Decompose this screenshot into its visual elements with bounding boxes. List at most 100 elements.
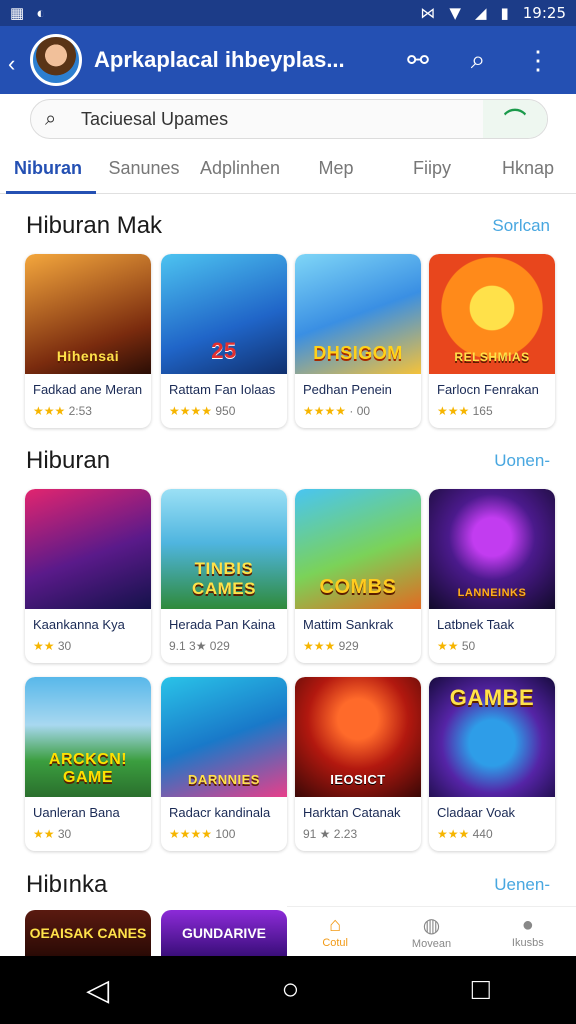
thumbnail-text: Hihensai — [56, 348, 120, 364]
thumbnail-text: DARNNIES — [188, 772, 260, 787]
app-name: Herada Pan Kaina — [169, 617, 276, 632]
app-rating: 9.1 3★ 029 — [169, 639, 230, 653]
star-icon: ★★★ — [437, 827, 470, 841]
wifi-icon: ▼ — [449, 4, 461, 22]
thumbnail-text: LANNEINKS — [457, 587, 527, 599]
star-icon: 9.1 3★ — [169, 639, 207, 653]
tab-sanunes[interactable]: Sanunes — [96, 146, 192, 193]
app-card[interactable]: RELSHMIAS Farlocn Fenrakan ★★★ 165 — [429, 254, 555, 428]
avatar[interactable] — [30, 34, 82, 86]
section-more-link[interactable]: Uenen- — [494, 875, 550, 895]
section-more-link[interactable]: Sorlcan — [492, 216, 550, 236]
app-name: Farlocn Fenrakan — [437, 382, 539, 397]
app-card[interactable]: DARNNIES Radacr kandinala ★★★★ 100 — [161, 677, 287, 851]
app-rating: ★★★★ 100 — [169, 827, 235, 841]
app-rating: ★★ 30 — [33, 827, 71, 841]
app-bar: ‹ Aprkaplacal ihbeyplas... ⚯ ⌕ ⋮ — [0, 26, 576, 94]
share-button[interactable]: ⚯ — [388, 30, 448, 90]
app-thumbnail: RELSHMIAS — [429, 254, 555, 374]
app-card[interactable]: COMBS Mattim Sankrak ★★★ 929 — [295, 489, 421, 663]
rating-meta: 30 — [57, 639, 72, 653]
app-thumbnail: IEOSICT — [295, 677, 421, 797]
share-icon: ⚯ — [407, 44, 429, 75]
app-thumbnail: 25 — [161, 254, 287, 374]
home-icon: ⌂ — [329, 914, 342, 936]
app-name: Cladaar Voak — [437, 805, 516, 820]
app-card[interactable]: GAMBE Cladaar Voak ★★★ 440 — [429, 677, 555, 851]
star-icon: ★★★★ — [169, 404, 213, 418]
app-name: Fadkad ane Meran — [33, 382, 143, 397]
section-more-link[interactable]: Uonen- — [494, 451, 550, 471]
thumbnail-text: TINBIS CAMES — [192, 559, 256, 598]
person-icon: ● — [521, 914, 534, 936]
app-thumbnail: TINBIS CAMES — [161, 489, 287, 609]
nav-label: Cotul — [322, 937, 348, 949]
app-name: Uanleran Bana — [33, 805, 120, 820]
app-thumbnail: DARNNIES — [161, 677, 287, 797]
app-rating: ★★★★ 950 — [169, 404, 235, 418]
star-icon: ★★★ — [303, 639, 336, 653]
app-card[interactable]: IEOSICT Harktan Catanak 91 ★ 2.23 — [295, 677, 421, 851]
search-bar[interactable]: ⌕ Taciuesal Upames ⌒ — [30, 99, 548, 139]
thumbnail-text: COMBS — [319, 576, 397, 598]
nav-label: Movean — [411, 938, 452, 950]
back-icon[interactable]: ‹ — [8, 51, 26, 76]
rating-meta: 2.23 — [333, 827, 358, 841]
nav-profile[interactable]: ● Ikusbs — [480, 907, 576, 956]
app-rating: ★★ 50 — [437, 639, 475, 653]
app-card[interactable]: Kaankanna Kya ★★ 30 — [25, 489, 151, 663]
thumbnail-text: IEOSICT — [330, 772, 386, 787]
app-name: Mattim Sankrak — [303, 617, 394, 632]
star-icon: ★★ — [33, 827, 55, 841]
tab-niburan[interactable]: Niburan — [0, 146, 96, 194]
tab-mep[interactable]: Mep — [288, 146, 384, 193]
rating-meta: 165 — [472, 404, 493, 418]
thumbnail-text: RELSHMIAS — [454, 350, 530, 364]
app-thumbnail: ARCKCN! GAME — [25, 677, 151, 797]
app-card-peek[interactable]: OEAISAK CANES — [25, 910, 151, 956]
tab-hknap[interactable]: Hknap — [480, 146, 576, 193]
bottom-navigation: ⌂ Cotul ◍ Movean ● Ikusbs — [287, 906, 576, 956]
app-card[interactable]: 25 Rattam Fan Iolaas ★★★★ 950 — [161, 254, 287, 428]
recents-nav-icon[interactable]: □ — [472, 973, 490, 1007]
app-card[interactable]: LANNEINKS Latbnek Taak ★★ 50 — [429, 489, 555, 663]
rating-meta: 440 — [472, 827, 493, 841]
thumbnail-text: GAMBE — [449, 685, 535, 710]
app-card-peek[interactable]: GUNDARIVE — [161, 910, 287, 956]
tab-adplinhen[interactable]: Adplinhen — [192, 146, 288, 193]
app-card[interactable]: Hihensai Fadkad ane Meran ★★★ 2:53 — [25, 254, 151, 428]
home-nav-icon[interactable]: ○ — [281, 973, 299, 1007]
app-thumbnail — [25, 489, 151, 609]
star-icon: ★★ — [33, 639, 55, 653]
app-name: Radacr kandinala — [169, 805, 271, 820]
more-menu-button[interactable]: ⋮ — [508, 30, 568, 90]
search-button[interactable]: ⌕ — [448, 30, 508, 90]
search-placeholder: Taciuesal Upames — [81, 108, 229, 129]
star-icon: ★★★★ — [169, 827, 213, 841]
thumbnail-text: DHSIGOM — [313, 343, 403, 363]
play-store-icon: ⌒ — [503, 108, 526, 133]
nav-home[interactable]: ⌂ Cotul — [287, 907, 383, 956]
tab-fiipy[interactable]: Fiipy — [384, 146, 480, 193]
clock-time: 19:25 — [522, 4, 566, 22]
voice-search-button[interactable]: ⌒ — [483, 100, 547, 138]
app-name: Rattam Fan Iolaas — [169, 382, 276, 397]
rating-meta: 100 — [215, 827, 236, 841]
rating-meta: 929 — [338, 639, 359, 653]
star-icon: ★★★ — [437, 404, 470, 418]
app-rating: ★★★ 440 — [437, 827, 493, 841]
rating-meta: 950 — [215, 404, 236, 418]
category-tabs: Niburan Sanunes Adplinhen Mep Fiipy Hkna… — [0, 146, 576, 194]
more-vert-icon: ⋮ — [525, 44, 551, 75]
app-card[interactable]: ARCKCN! GAME Uanleran Bana ★★ 30 — [25, 677, 151, 851]
page-title: Aprkaplacal ihbeyplas... — [94, 47, 345, 72]
app-card[interactable]: TINBIS CAMES Herada Pan Kaina 9.1 3★ 029 — [161, 489, 287, 663]
back-nav-icon[interactable]: ◁ — [86, 973, 109, 1008]
app-thumbnail: GAMBE — [429, 677, 555, 797]
section-title: Hiburan — [26, 447, 111, 474]
search-icon: ⌕ — [45, 107, 57, 130]
nav-games[interactable]: ◍ Movean — [383, 907, 479, 956]
app-rating: ★★ 30 — [33, 639, 71, 653]
app-card[interactable]: DHSIGOM Pedhan Penein ★★★★ · 00 — [295, 254, 421, 428]
gamepad-icon: ◍ — [422, 915, 441, 937]
